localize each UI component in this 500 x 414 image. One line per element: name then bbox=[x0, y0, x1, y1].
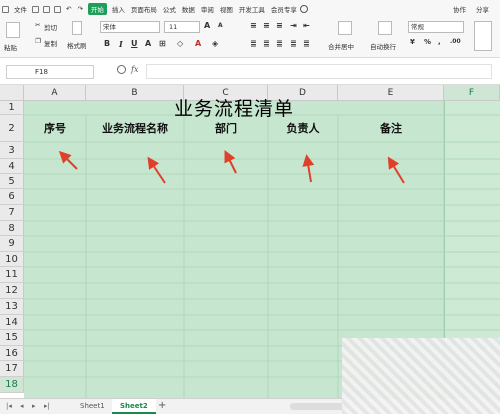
zoom-icon[interactable] bbox=[117, 65, 126, 74]
align-center-icon[interactable]: ≣ bbox=[263, 39, 270, 48]
format-painter-button[interactable]: 格式刷 bbox=[67, 40, 87, 50]
merge-center-button[interactable]: 合并居中 bbox=[328, 41, 354, 51]
collab-button[interactable]: 协作 bbox=[450, 4, 469, 14]
preview-icon[interactable] bbox=[54, 5, 61, 13]
add-sheet-icon[interactable]: + bbox=[158, 400, 166, 411]
underline-icon[interactable]: U bbox=[131, 39, 138, 48]
tab-insert[interactable]: 插入 bbox=[109, 4, 128, 14]
percent-icon[interactable]: % bbox=[424, 38, 431, 46]
currency-icon[interactable]: ¥ bbox=[410, 38, 415, 46]
formula-bar: F18 fx bbox=[0, 58, 500, 85]
align-right-icon[interactable]: ≣ bbox=[276, 39, 283, 48]
justify-icon[interactable]: ≣ bbox=[290, 39, 297, 48]
align-left-icon[interactable]: ≣ bbox=[250, 39, 257, 48]
merge-center-icon[interactable] bbox=[338, 21, 352, 35]
decrease-font-icon[interactable]: A bbox=[218, 22, 223, 29]
fill-color-icon[interactable]: ◇ bbox=[177, 39, 183, 48]
search-icon[interactable] bbox=[299, 5, 308, 13]
first-sheet-icon[interactable]: |◂ bbox=[6, 402, 12, 410]
share-button[interactable]: 分享 bbox=[473, 4, 492, 14]
tab-formulas[interactable]: 公式 bbox=[160, 4, 179, 14]
font-name-select[interactable]: 宋体 bbox=[100, 21, 160, 33]
italic-icon[interactable]: I bbox=[119, 39, 123, 49]
arrow-process-name bbox=[147, 156, 166, 184]
arrow-remarks bbox=[387, 156, 405, 184]
tab-review[interactable]: 审阅 bbox=[198, 4, 217, 14]
name-box[interactable]: F18 bbox=[6, 65, 94, 79]
distributed-icon[interactable]: ≣ bbox=[303, 39, 310, 48]
arrow-serial bbox=[58, 150, 78, 170]
thousands-icon[interactable]: , bbox=[438, 38, 441, 46]
blurred-region bbox=[342, 338, 500, 414]
copy-button[interactable]: 复制 bbox=[44, 38, 57, 48]
tab-page-layout[interactable]: 页面布局 bbox=[128, 4, 160, 14]
decimal-icon[interactable]: .00 bbox=[450, 38, 461, 45]
wrap-text-button[interactable]: 自动换行 bbox=[370, 41, 396, 51]
paste-icon[interactable] bbox=[6, 22, 20, 38]
increase-font-icon[interactable]: A bbox=[204, 21, 210, 30]
align-middle-icon[interactable]: ≡ bbox=[263, 21, 270, 30]
number-format-select[interactable]: 常规 bbox=[408, 21, 464, 33]
wrap-text-icon[interactable] bbox=[378, 21, 392, 35]
borders-icon[interactable]: ⊞ bbox=[159, 39, 166, 48]
cut-button[interactable]: 剪切 bbox=[44, 22, 57, 32]
redo-icon[interactable]: ↷ bbox=[74, 5, 85, 13]
menu-file[interactable]: 文件 bbox=[11, 4, 30, 14]
align-bottom-icon[interactable]: ≡ bbox=[276, 21, 283, 30]
indent-icon[interactable]: ⇥ bbox=[290, 21, 297, 30]
save-icon[interactable] bbox=[32, 5, 39, 13]
fx-icon[interactable]: fx bbox=[131, 65, 138, 74]
menu-icon[interactable] bbox=[2, 5, 9, 13]
menu-right: 协作 分享 bbox=[450, 4, 500, 14]
spreadsheet-app: 文件 ↶ ↷ 开始 插入 页面布局 公式 数据 审阅 视图 开发工具 会员专享 … bbox=[0, 0, 500, 414]
paste-button[interactable]: 粘贴 bbox=[4, 42, 17, 52]
text-color-icon[interactable]: A bbox=[195, 39, 201, 48]
font-color-icon[interactable]: A bbox=[145, 39, 151, 48]
styles-icon[interactable] bbox=[474, 21, 492, 51]
tab-start[interactable]: 开始 bbox=[87, 3, 107, 15]
copy-icon[interactable]: ❐ bbox=[35, 37, 41, 45]
arrow-owner bbox=[302, 154, 315, 183]
outdent-icon[interactable]: ⇤ bbox=[303, 21, 310, 30]
horizontal-scrollbar[interactable] bbox=[290, 403, 348, 410]
sheet-tab-2[interactable]: Sheet2 bbox=[112, 399, 156, 414]
print-icon[interactable] bbox=[43, 5, 50, 13]
last-sheet-icon[interactable]: ▸| bbox=[44, 402, 50, 410]
tab-data[interactable]: 数据 bbox=[179, 4, 198, 14]
clear-format-icon[interactable]: ◈ bbox=[212, 39, 218, 48]
menu-bar: 文件 ↶ ↷ 开始 插入 页面布局 公式 数据 审阅 视图 开发工具 会员专享 … bbox=[0, 0, 500, 18]
cut-icon[interactable]: ✂ bbox=[35, 21, 40, 29]
arrow-department bbox=[224, 150, 237, 174]
align-top-icon[interactable]: ≡ bbox=[250, 21, 257, 30]
prev-sheet-icon[interactable]: ◂ bbox=[20, 402, 24, 410]
format-painter-icon[interactable] bbox=[72, 21, 82, 35]
bold-icon[interactable]: B bbox=[104, 39, 110, 48]
next-sheet-icon[interactable]: ▸ bbox=[32, 402, 36, 410]
formula-input[interactable] bbox=[146, 64, 492, 79]
undo-icon[interactable]: ↶ bbox=[63, 5, 74, 13]
tab-view[interactable]: 视图 bbox=[217, 4, 236, 14]
tab-developer[interactable]: 开发工具 bbox=[236, 4, 268, 14]
ribbon-toolbar: 粘贴 ✂ 剪切 ❐ 复制 格式刷 宋体 11 A A B I U A ⊞ ◇ A… bbox=[0, 18, 500, 58]
font-size-select[interactable]: 11 bbox=[164, 21, 200, 33]
tab-member[interactable]: 会员专享 bbox=[268, 4, 300, 14]
sheet-tab-1[interactable]: Sheet1 bbox=[72, 399, 113, 414]
